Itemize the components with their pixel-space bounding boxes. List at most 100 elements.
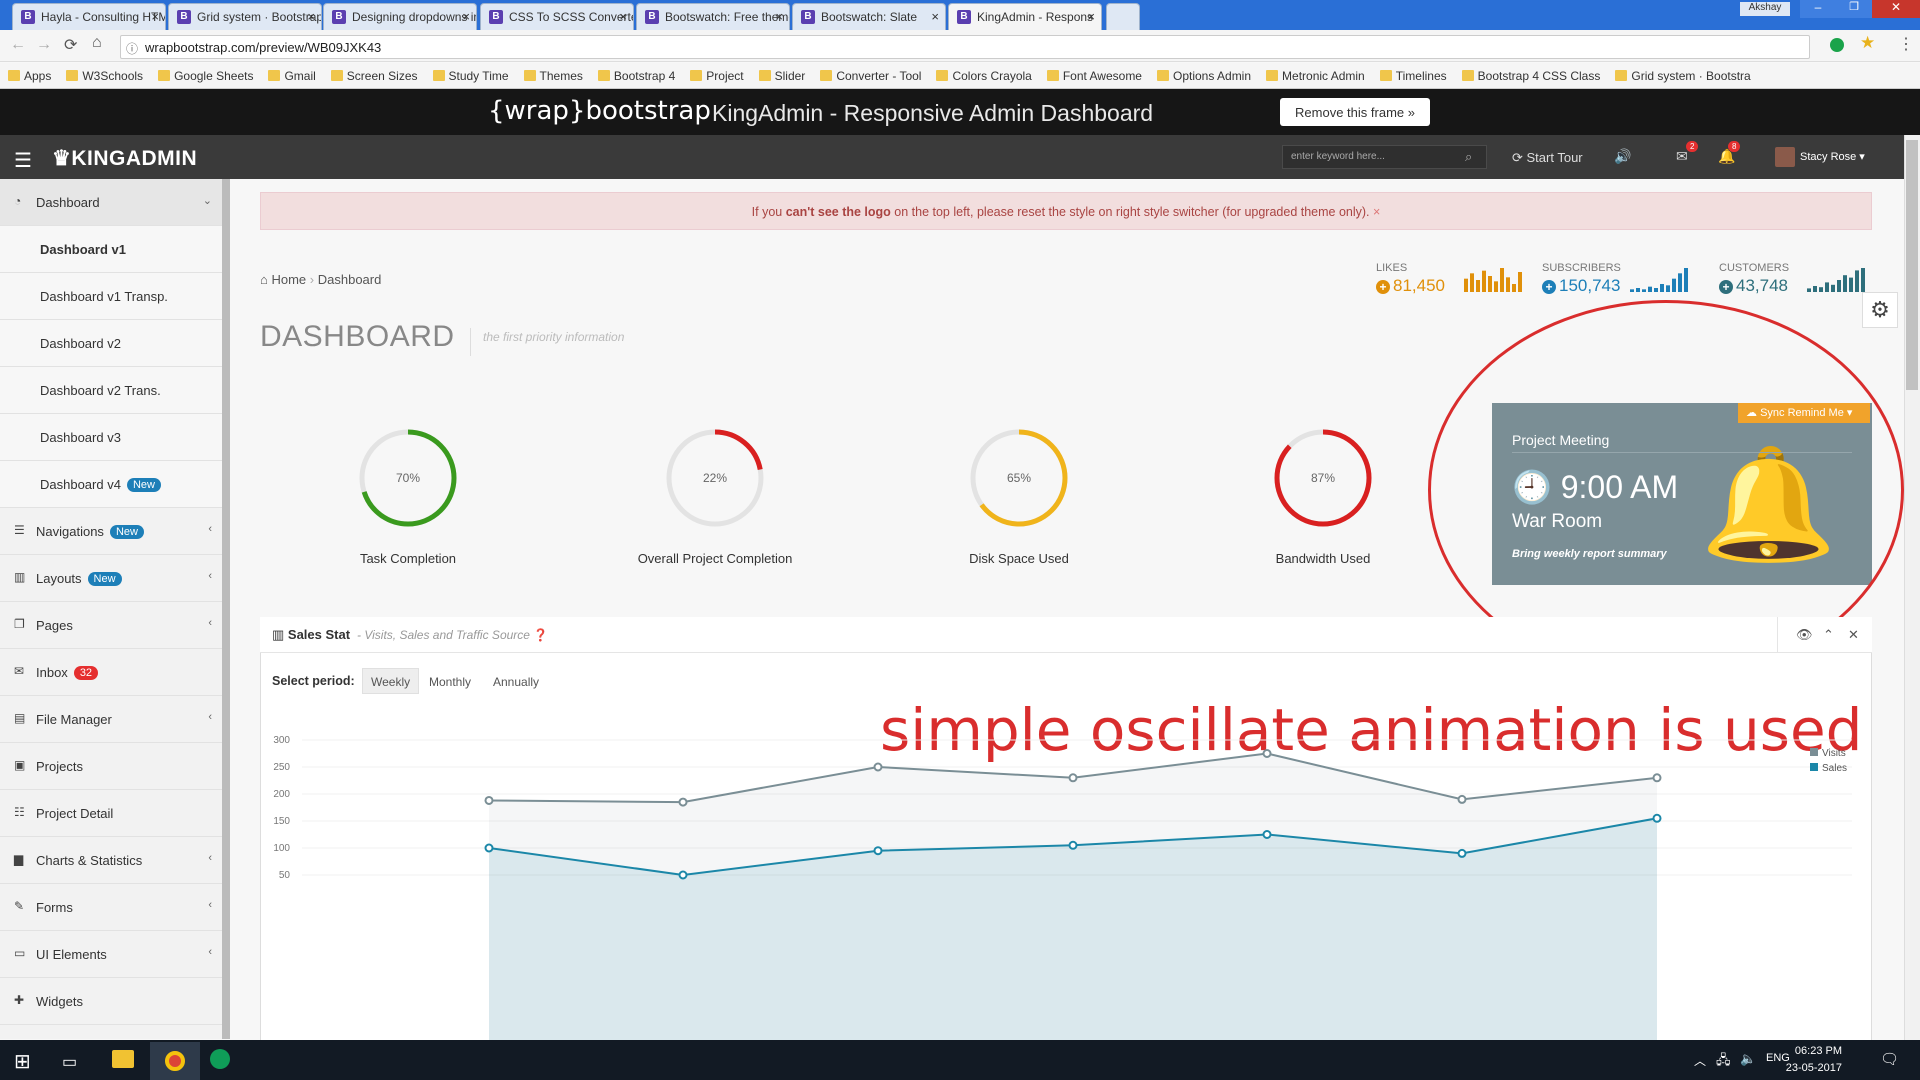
bookmark-item[interactable]: Font Awesome: [1046, 69, 1142, 83]
sidebar-item[interactable]: Dashboard v2: [0, 320, 222, 367]
taskbar-clock[interactable]: 06:23 PM 23-05-2017: [1786, 1043, 1842, 1077]
restore-button[interactable]: ❐: [1836, 0, 1872, 18]
windows-start-icon[interactable]: ⊞: [14, 1049, 31, 1074]
alert-close-button[interactable]: ×: [1373, 205, 1380, 219]
tab-close-icon[interactable]: ×: [1087, 9, 1095, 24]
bookmark-item[interactable]: Timelines: [1379, 69, 1447, 83]
extension-icon[interactable]: [1830, 38, 1844, 52]
browser-tab[interactable]: B Bootswatch: Slate ×: [792, 3, 946, 30]
period-monthly-button[interactable]: Monthly: [420, 668, 480, 694]
bookmark-item[interactable]: Themes: [523, 69, 583, 83]
minimize-button[interactable]: –: [1800, 0, 1836, 18]
data-point[interactable]: [1457, 848, 1467, 858]
forward-icon[interactable]: →: [36, 36, 52, 54]
speaker-icon[interactable]: 🔈: [1740, 1051, 1756, 1067]
tab-close-icon[interactable]: ×: [775, 9, 783, 24]
search-icon[interactable]: ⌕: [1465, 149, 1472, 165]
user-menu[interactable]: Stacy Rose ▾: [1800, 150, 1865, 163]
browser-tab[interactable]: B Designing dropdowns in ×: [323, 3, 477, 30]
bookmark-star-icon[interactable]: ★: [1860, 33, 1875, 53]
bookmark-item[interactable]: Slider: [758, 69, 805, 83]
bookmark-item[interactable]: Gmail: [268, 69, 316, 83]
task-view-icon[interactable]: ▭: [62, 1052, 77, 1072]
volume-icon[interactable]: 🔊: [1614, 148, 1631, 165]
wrapbootstrap-logo[interactable]: {wrap}bootstrap: [488, 96, 711, 126]
sidebar-scrollbar[interactable]: [222, 179, 230, 1039]
menu-icon[interactable]: ⋮: [1898, 34, 1914, 54]
help-icon[interactable]: ❓: [530, 628, 548, 642]
period-annually-button[interactable]: Annually: [484, 668, 548, 694]
chrome-icon[interactable]: [150, 1042, 200, 1080]
bookmark-item[interactable]: Google Sheets: [158, 69, 253, 83]
sidebar-item[interactable]: ☰ Navigations New ‹: [0, 508, 222, 555]
sidebar-item[interactable]: Dashboard v3: [0, 414, 222, 461]
data-point[interactable]: [873, 846, 883, 856]
bookmark-item[interactable]: Metronic Admin: [1266, 69, 1365, 83]
bookmark-item[interactable]: Colors Crayola: [936, 69, 1032, 83]
home-icon[interactable]: ⌂: [92, 34, 102, 52]
data-point[interactable]: [1652, 813, 1662, 823]
sidebar-item[interactable]: ▭ UI Elements ‹: [0, 931, 222, 978]
sidebar-item[interactable]: ✚ Widgets: [0, 978, 222, 1025]
data-point[interactable]: [484, 795, 494, 805]
sidebar-item[interactable]: Dashboard v1: [0, 226, 222, 273]
data-point[interactable]: [1068, 773, 1078, 783]
bookmark-item[interactable]: W3Schools: [66, 69, 143, 83]
sidebar-item[interactable]: ▣ Projects: [0, 743, 222, 790]
tab-close-icon[interactable]: ×: [619, 9, 627, 24]
sidebar-item[interactable]: Dashboard v2 Trans.: [0, 367, 222, 414]
sidebar-item[interactable]: Dashboard v4 New: [0, 461, 222, 508]
browser-tab[interactable]: B KingAdmin - Respons ×: [948, 3, 1102, 30]
reload-icon[interactable]: ⟳: [64, 35, 77, 55]
data-point[interactable]: [873, 762, 883, 772]
browser-tab[interactable]: B Hayla - Consulting HTML ×: [12, 3, 166, 30]
data-point[interactable]: [1262, 830, 1272, 839]
bookmark-item[interactable]: Project: [690, 69, 744, 83]
avatar[interactable]: [1775, 147, 1795, 167]
tab-close-icon[interactable]: ×: [931, 9, 939, 24]
tab-close-icon[interactable]: ×: [307, 9, 315, 24]
file-explorer-icon[interactable]: [112, 1050, 134, 1068]
hangouts-icon[interactable]: [210, 1049, 230, 1069]
sidebar-item[interactable]: ◔ Dashboard ⌄: [0, 179, 222, 226]
sidebar-item[interactable]: ✉ Inbox 32: [0, 649, 222, 696]
start-tour-button[interactable]: ⟳ Start Tour: [1512, 150, 1583, 166]
new-tab-button[interactable]: [1106, 3, 1140, 30]
bookmark-item[interactable]: Screen Sizes: [330, 69, 418, 83]
close-icon[interactable]: ✕: [1848, 627, 1859, 643]
search-input[interactable]: enter keyword here...: [1282, 145, 1487, 169]
browser-tab[interactable]: B Grid system · Bootstrap ×: [168, 3, 322, 30]
mail-icon[interactable]: ✉ 2: [1676, 141, 1699, 165]
sidebar-item[interactable]: ❐ Pages ‹: [0, 602, 222, 649]
sidebar-item[interactable]: ▆ Charts & Statistics ‹: [0, 837, 222, 884]
sidebar-item[interactable]: ✎ Forms ‹: [0, 884, 222, 931]
bookmark-item[interactable]: Bootstrap 4 CSS Class: [1461, 69, 1600, 83]
url-field[interactable]: ⓘ wrapbootstrap.com/preview/WB09JXK43: [120, 35, 1810, 59]
bookmark-item[interactable]: Options Admin: [1156, 69, 1251, 83]
sidebar-item[interactable]: Dashboard v1 Transp.: [0, 273, 222, 320]
data-point[interactable]: [484, 843, 494, 853]
breadcrumb-home[interactable]: Home: [271, 272, 306, 287]
sidebar-item[interactable]: ☷ Project Detail: [0, 790, 222, 837]
collapse-icon[interactable]: ⌃: [1823, 627, 1834, 643]
gear-icon[interactable]: ⚙: [1862, 292, 1898, 328]
page-scrollbar-thumb[interactable]: [1906, 140, 1918, 390]
bookmark-item[interactable]: Bootstrap 4: [597, 69, 675, 83]
brand-logo[interactable]: ♛KINGADMIN: [52, 146, 197, 171]
tray-chevron-icon[interactable]: ︿: [1694, 1052, 1706, 1069]
back-icon[interactable]: ←: [10, 36, 26, 54]
data-point[interactable]: [1457, 794, 1467, 804]
eye-icon[interactable]: 👁: [1796, 627, 1813, 643]
data-point[interactable]: [1652, 773, 1662, 783]
notification-bell-icon[interactable]: 🔔 8: [1718, 141, 1741, 165]
bookmark-item[interactable]: Apps: [8, 69, 51, 83]
data-point[interactable]: [678, 797, 688, 807]
period-weekly-button[interactable]: Weekly: [362, 668, 420, 694]
browser-tab[interactable]: B CSS To SCSS Converter -×: [480, 3, 634, 30]
browser-tab[interactable]: B Bootswatch: Free themes ×: [636, 3, 790, 30]
bookmark-item[interactable]: Grid system · Bootstra: [1615, 69, 1751, 83]
network-icon[interactable]: 🖧: [1716, 1051, 1731, 1073]
data-point[interactable]: [1262, 749, 1272, 758]
data-point[interactable]: [1068, 840, 1078, 850]
tab-close-icon[interactable]: ×: [462, 9, 470, 24]
